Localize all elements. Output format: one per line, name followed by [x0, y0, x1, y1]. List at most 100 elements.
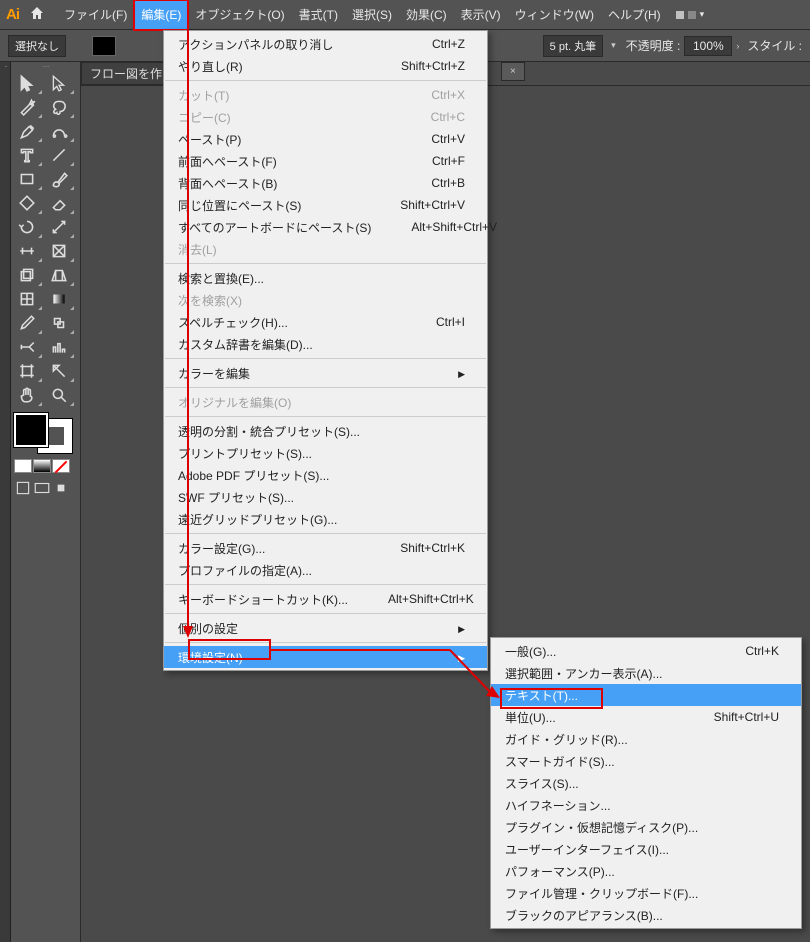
menu-item[interactable]: 検索と置換(E)... [164, 267, 487, 289]
draw-mode-icon[interactable] [14, 479, 32, 497]
paintbrush-tool[interactable] [43, 167, 75, 191]
menu-item[interactable]: プリントプリセット(S)... [164, 442, 487, 464]
menu-item[interactable]: カラーを編集 [164, 362, 487, 384]
change-screen-icon[interactable] [52, 479, 70, 497]
menu-item[interactable]: ペースト(P)Ctrl+V [164, 128, 487, 150]
eraser-tool[interactable] [43, 191, 75, 215]
menu-item-label: カラーを編集 [178, 365, 250, 382]
free-transform-tool[interactable] [43, 239, 75, 263]
submenu-item[interactable]: ガイド・グリッド(R)... [491, 728, 801, 750]
menu-item[interactable]: 前面へペースト(F)Ctrl+F [164, 150, 487, 172]
menu-item[interactable]: カラー設定(G)...Shift+Ctrl+K [164, 537, 487, 559]
submenu-item[interactable]: 一般(G)...Ctrl+K [491, 640, 801, 662]
zoom-tool[interactable] [43, 383, 75, 407]
color-none[interactable] [52, 459, 70, 473]
submenu-item[interactable]: ユーザーインターフェイス(I)... [491, 838, 801, 860]
rotate-tool[interactable] [11, 215, 43, 239]
menu-item[interactable]: スペルチェック(H)...Ctrl+I [164, 311, 487, 333]
color-gradient[interactable] [33, 459, 51, 473]
type-tool[interactable] [11, 143, 43, 167]
home-icon[interactable] [29, 5, 45, 24]
direct-selection-tool[interactable] [43, 71, 75, 95]
symbol-sprayer-tool[interactable] [11, 335, 43, 359]
shortcut-label: Shift+Ctrl+K [400, 541, 465, 555]
screen-mode-icon[interactable] [33, 479, 51, 497]
menu-item[interactable]: すべてのアートボードにペースト(S)Alt+Shift+Ctrl+V [164, 216, 487, 238]
mesh-tool[interactable] [11, 287, 43, 311]
perspective-tool[interactable] [43, 263, 75, 287]
menu-4[interactable]: 選択(S) [345, 0, 399, 30]
menu-3[interactable]: 書式(T) [292, 0, 345, 30]
fill-color[interactable] [14, 413, 48, 447]
menu-item[interactable]: アクションパネルの取り消しCtrl+Z [164, 33, 487, 55]
color-solid[interactable] [14, 459, 32, 473]
rectangle-tool[interactable] [11, 167, 43, 191]
artboard-tool[interactable] [11, 359, 43, 383]
submenu-item[interactable]: 単位(U)...Shift+Ctrl+U [491, 706, 801, 728]
edit-menu: アクションパネルの取り消しCtrl+Zやり直し(R)Shift+Ctrl+Z カッ… [163, 30, 488, 671]
menu-item-label: 一般(G)... [505, 643, 556, 660]
menu-item-label: すべてのアートボードにペースト(S) [178, 219, 371, 236]
lasso-tool[interactable] [43, 95, 75, 119]
submenu-item[interactable]: パフォーマンス(P)... [491, 860, 801, 882]
submenu-item[interactable]: テキスト(T)... [491, 684, 801, 706]
pen-tool[interactable] [11, 119, 43, 143]
menu-item[interactable]: 同じ位置にペースト(S)Shift+Ctrl+V [164, 194, 487, 216]
chevron-right-icon: › [736, 41, 739, 51]
selection-tool[interactable] [11, 71, 43, 95]
hand-tool[interactable] [11, 383, 43, 407]
width-tool[interactable] [11, 239, 43, 263]
slice-tool[interactable] [43, 359, 75, 383]
submenu-item[interactable]: 選択範囲・アンカー表示(A)... [491, 662, 801, 684]
menu-item[interactable]: 背面へペースト(B)Ctrl+B [164, 172, 487, 194]
menu-item[interactable]: キーボードショートカット(K)...Alt+Shift+Ctrl+K [164, 588, 487, 610]
column-graph-tool[interactable] [43, 335, 75, 359]
menu-item[interactable]: やり直し(R)Shift+Ctrl+Z [164, 55, 487, 77]
menu-8[interactable]: ヘルプ(H) [601, 0, 668, 30]
menu-item[interactable]: 環境設定(N) [164, 646, 487, 668]
submenu-item[interactable]: スマートガイド(S)... [491, 750, 801, 772]
submenu-arrow-icon [458, 366, 465, 380]
menu-item-label: カット(T) [178, 87, 229, 104]
menu-item[interactable]: プロファイルの指定(A)... [164, 559, 487, 581]
line-tool[interactable] [43, 143, 75, 167]
menu-2[interactable]: オブジェクト(O) [188, 0, 291, 30]
menu-7[interactable]: ウィンドウ(W) [508, 0, 601, 30]
stroke-brush-select[interactable]: 5 pt. 丸筆 [543, 35, 603, 57]
menu-6[interactable]: 表示(V) [454, 0, 508, 30]
menu-0[interactable]: ファイル(F) [57, 0, 134, 30]
panel-grip[interactable]: ···· [11, 62, 80, 71]
shaper-tool[interactable] [11, 191, 43, 215]
selection-indicator: 選択なし [8, 35, 66, 57]
menu-item-label: 同じ位置にペースト(S) [178, 197, 301, 214]
blend-tool[interactable] [43, 311, 75, 335]
menu-item[interactable]: SWF プリセット(S)... [164, 486, 487, 508]
submenu-item[interactable]: ブラックのアピアランス(B)... [491, 904, 801, 926]
menu-item-label: 遠近グリッドプリセット(G)... [178, 511, 337, 528]
submenu-item[interactable]: プラグイン・仮想記憶ディスク(P)... [491, 816, 801, 838]
shortcut-label: Ctrl+F [432, 154, 465, 168]
menu-1[interactable]: 編集(E) [134, 0, 188, 30]
submenu-item[interactable]: ファイル管理・クリップボード(F)... [491, 882, 801, 904]
magic-wand-tool[interactable] [11, 95, 43, 119]
gradient-tool[interactable] [43, 287, 75, 311]
close-icon[interactable]: × [510, 66, 516, 77]
scale-tool[interactable] [43, 215, 75, 239]
menu-item[interactable]: 遠近グリッドプリセット(G)... [164, 508, 487, 530]
fill-swatch[interactable] [92, 36, 116, 56]
menu-item[interactable]: 個別の設定 [164, 617, 487, 639]
submenu-item[interactable]: スライス(S)... [491, 772, 801, 794]
document-tab-inactive[interactable]: × [501, 62, 525, 81]
eyedropper-tool[interactable] [11, 311, 43, 335]
left-panel-strip[interactable]: ·· [0, 62, 11, 942]
shape-builder-tool[interactable] [11, 263, 43, 287]
fill-stroke-swatch[interactable] [14, 413, 72, 453]
submenu-item[interactable]: ハイフネーション... [491, 794, 801, 816]
opacity-input[interactable]: 100% [684, 36, 732, 56]
menu-item[interactable]: カスタム辞書を編集(D)... [164, 333, 487, 355]
menu-5[interactable]: 効果(C) [399, 0, 454, 30]
workspace-switcher[interactable]: ▾ [676, 9, 705, 20]
curvature-tool[interactable] [43, 119, 75, 143]
menu-item[interactable]: 透明の分割・統合プリセット(S)... [164, 420, 487, 442]
menu-item[interactable]: Adobe PDF プリセット(S)... [164, 464, 487, 486]
